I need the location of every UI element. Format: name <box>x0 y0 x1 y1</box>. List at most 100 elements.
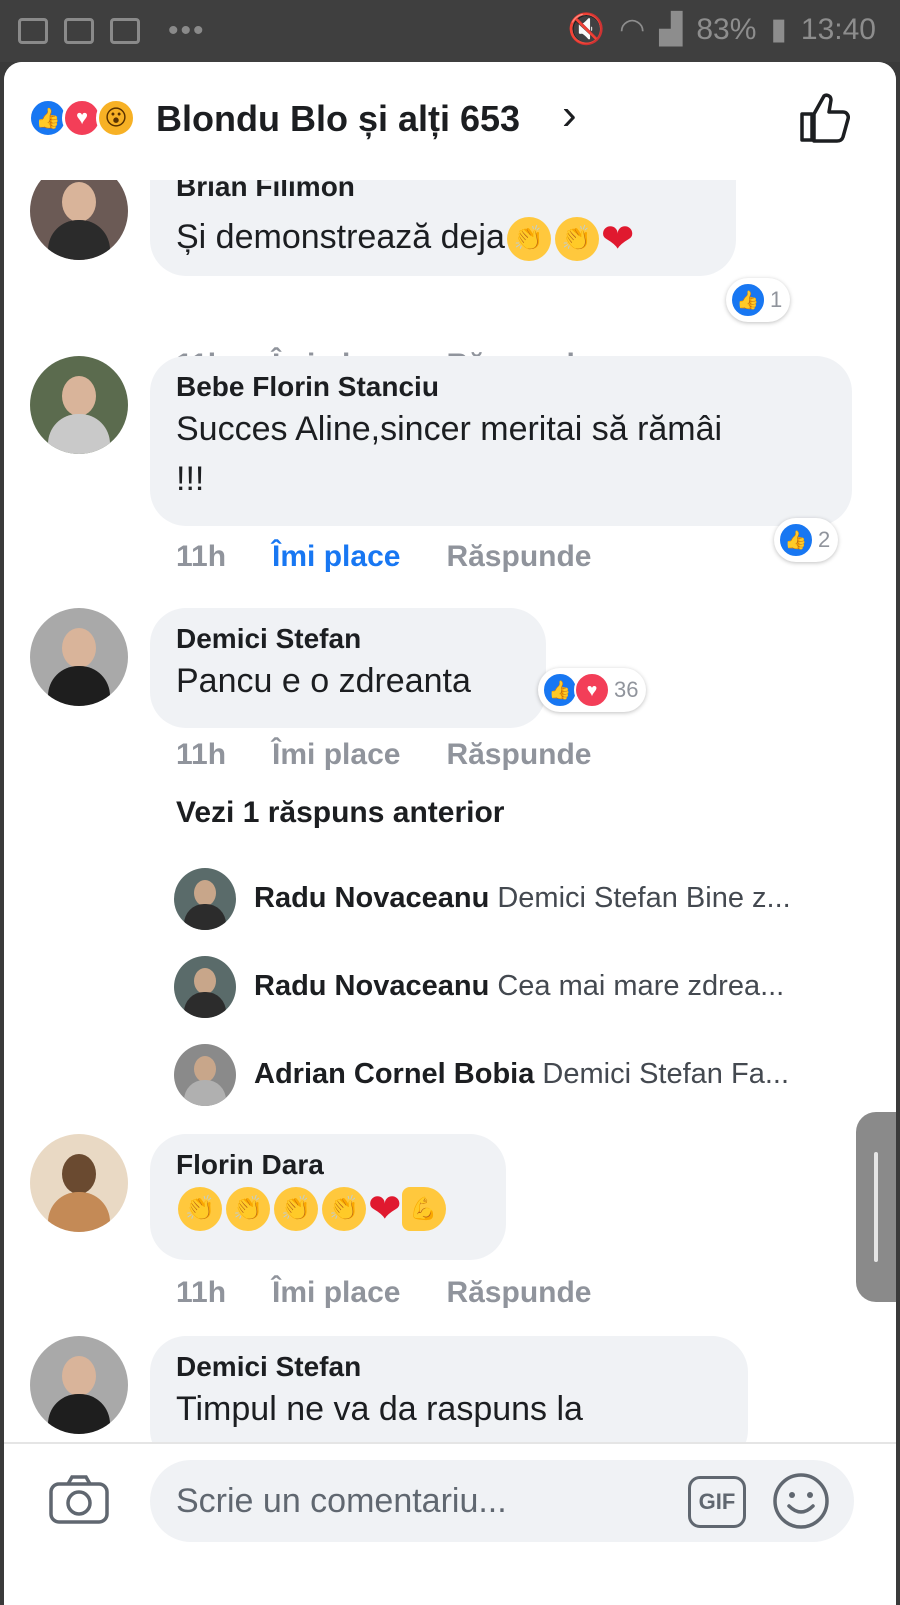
comment-author[interactable]: Demici Stefan <box>176 1350 722 1384</box>
avatar-head <box>62 1154 96 1194</box>
reaction-count-badge[interactable]: 👍 1 <box>726 278 791 322</box>
avatar[interactable] <box>30 1336 128 1434</box>
scroll-handle-grip <box>874 1152 878 1262</box>
comment-input[interactable]: Scrie un comentariu... GIF <box>150 1460 854 1542</box>
avatar-body <box>48 220 110 260</box>
reaction-count-badge[interactable]: 👍 2 <box>774 518 839 562</box>
fast-scroll-handle[interactable] <box>856 1112 896 1302</box>
reply-item[interactable]: Radu Novaceanu Demici Stefan Bine z... <box>174 868 864 932</box>
avatar[interactable] <box>174 868 236 930</box>
heart-emoji: ❤ <box>600 217 635 262</box>
avatar-head <box>194 1056 216 1082</box>
signal-icon: ▟ <box>659 13 683 46</box>
reply-text-row: Radu Novaceanu Demici Stefan Bine z... <box>254 882 864 915</box>
comment-time: 11h <box>176 1276 227 1309</box>
comment-text: Timpul ne va da raspuns la <box>176 1390 583 1428</box>
clapping-emoji: 👏 <box>554 217 599 262</box>
reply-button[interactable]: Răspunde <box>446 540 591 574</box>
comment-author[interactable]: Bebe Florin Stanciu <box>176 370 826 404</box>
avatar[interactable] <box>174 1044 236 1106</box>
comment-text-row: Și demonstrează deja 👏 👏 ❤ <box>176 212 634 264</box>
heart-emoji: ❤ <box>368 1187 402 1232</box>
reply-item[interactable]: Adrian Cornel Bobia Demici Stefan Fa... <box>174 1044 864 1108</box>
camera-icon[interactable] <box>48 1474 110 1526</box>
avatar[interactable] <box>30 356 128 454</box>
battery-percent: 83% <box>696 12 757 46</box>
avatar[interactable] <box>30 1134 128 1232</box>
clock: 13:40 <box>800 12 876 46</box>
mute-icon: 🔇 <box>567 13 606 46</box>
clapping-emoji: 👏 <box>322 1187 366 1232</box>
mail-icon <box>110 18 140 44</box>
wow-reaction-icon: 😮 <box>96 98 136 138</box>
comment-bubble[interactable]: Bebe Florin Stanciu Succes Aline,sincer … <box>150 356 852 526</box>
avatar-head <box>62 376 96 416</box>
more-notifications-icon: ••• <box>168 14 206 47</box>
reply-text-row: Adrian Cornel Bobia Demici Stefan Fa... <box>254 1058 864 1091</box>
share-icon <box>18 18 48 44</box>
avatar[interactable] <box>30 608 128 706</box>
reactions-title[interactable]: Blondu Blo și alți 653 <box>156 98 520 140</box>
avatar-body <box>48 1394 110 1434</box>
wifi-icon: ◠ <box>619 13 646 46</box>
like-comment-button[interactable]: Îmi place <box>272 1276 400 1310</box>
comment-bubble[interactable]: Florin Dara 👏 👏 👏 👏 ❤ 💪 <box>150 1134 506 1260</box>
avatar-body <box>184 992 226 1018</box>
avatar-head <box>194 880 216 906</box>
clapping-emoji: 👏 <box>226 1187 270 1232</box>
avatar-head <box>194 968 216 994</box>
reaction-count: 2 <box>818 527 831 552</box>
reply-button[interactable]: Răspunde <box>446 738 591 772</box>
reply-button[interactable]: Răspunde <box>446 1276 591 1310</box>
reaction-count: 1 <box>770 287 783 312</box>
clapping-emoji: 👏 <box>274 1187 318 1232</box>
reactions-header[interactable]: 👍 ♥ 😮 Blondu Blo și alți 653 › <box>4 62 896 180</box>
reply-text: Demici Stefan Bine z... <box>497 882 791 914</box>
comment-bubble[interactable]: Demici Stefan Pancu e o zdreanta <box>150 608 546 728</box>
status-bar: ••• 🔇 ◠ ▟ 83% ▮ 13:40 <box>0 0 900 62</box>
gallery-icon <box>64 18 94 44</box>
comment-actions: 11h Îmi place Răspunde <box>176 738 591 772</box>
comment-text: Și demonstrează deja <box>176 218 505 256</box>
avatar[interactable] <box>174 956 236 1018</box>
like-comment-button[interactable]: Îmi place <box>272 738 400 772</box>
reply-text: Cea mai mare zdrea... <box>497 970 785 1002</box>
reply-text-row: Radu Novaceanu Cea mai mare zdrea... <box>254 970 864 1003</box>
avatar-head <box>62 182 96 222</box>
comment-emoji-row: 👏 👏 👏 👏 ❤ 💪 <box>176 1182 480 1234</box>
like-comment-button[interactable]: Îmi place <box>272 540 400 574</box>
reply-text: Demici Stefan Fa... <box>542 1058 790 1090</box>
view-previous-replies-link[interactable]: Vezi 1 răspuns anterior <box>176 796 504 830</box>
comment-composer: Scrie un comentariu... GIF <box>4 1442 896 1605</box>
comment-time: 11h <box>176 738 227 771</box>
like-reaction-icon: 👍 <box>778 522 814 558</box>
reply-author[interactable]: Radu Novaceanu <box>254 882 489 914</box>
avatar-body <box>48 414 110 454</box>
like-post-icon[interactable] <box>796 90 850 144</box>
comment-author[interactable]: Demici Stefan <box>176 622 520 656</box>
comment-input-placeholder: Scrie un comentariu... <box>176 1482 507 1520</box>
avatar-body <box>48 666 110 706</box>
comments-sheet: 👍 ♥ 😮 Blondu Blo și alți 653 › Brian Fil… <box>4 62 896 1605</box>
reply-author[interactable]: Adrian Cornel Bobia <box>254 1058 534 1090</box>
clapping-emoji: 👏 <box>506 217 551 262</box>
battery-icon: ▮ <box>770 13 787 46</box>
reaction-count-badge[interactable]: 👍 ♥ 36 <box>538 668 647 712</box>
comment-text: Pancu e o zdreanta <box>176 662 471 700</box>
gif-button[interactable]: GIF <box>688 1476 746 1528</box>
avatar-body <box>184 904 226 930</box>
reply-author[interactable]: Radu Novaceanu <box>254 970 489 1002</box>
like-reaction-icon: 👍 <box>542 672 578 708</box>
flexed-biceps-emoji: 💪 <box>401 1187 446 1232</box>
chevron-right-icon[interactable]: › <box>562 90 577 140</box>
avatar-head <box>62 1356 96 1396</box>
avatar-head <box>62 628 96 668</box>
reaction-summary: 👍 ♥ 😮 <box>28 98 136 138</box>
like-reaction-icon: 👍 <box>730 282 766 318</box>
reply-item[interactable]: Radu Novaceanu Cea mai mare zdrea... <box>174 956 864 1020</box>
comment-author[interactable]: Florin Dara <box>176 1148 480 1182</box>
emoji-icon[interactable] <box>772 1472 830 1530</box>
comment-actions: 11h Îmi place Răspunde <box>176 540 591 574</box>
comment-actions: 11h Îmi place Răspunde <box>176 1276 591 1310</box>
love-reaction-icon: ♥ <box>574 672 610 708</box>
